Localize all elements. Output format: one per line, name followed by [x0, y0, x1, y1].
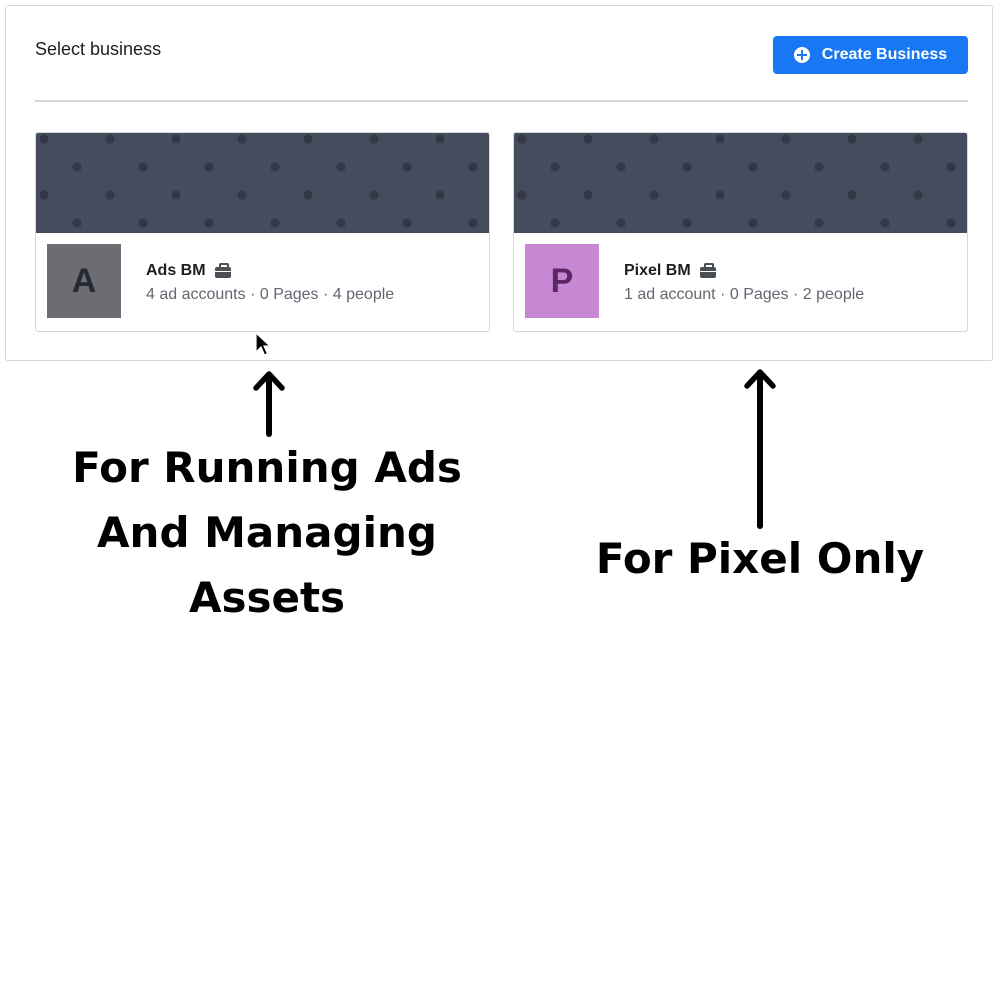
create-business-button[interactable]: Create Business: [773, 36, 968, 74]
annotation-running-ads: For Running Ads And Managing Assets: [57, 435, 477, 630]
business-stats: 1 ad account · 0 Pages · 2 people: [624, 286, 865, 303]
arrow-up-icon: [744, 369, 776, 529]
annotation-pixel-only: For Pixel Only: [595, 534, 925, 583]
annotation-line: And Managing: [97, 508, 437, 557]
arrow-up-icon: [253, 371, 285, 437]
business-name: Ads BM: [146, 262, 206, 279]
business-card-pixel-bm[interactable]: P Pixel BM 1 ad account · 0 Pages · 2 pe…: [513, 132, 968, 332]
business-stats: 4 ad accounts · 0 Pages · 4 people: [146, 286, 395, 303]
briefcase-icon: [699, 262, 716, 278]
business-avatar: P: [525, 244, 599, 318]
business-avatar: A: [47, 244, 121, 318]
plus-circle-icon: [793, 47, 810, 63]
business-name-row: Pixel BM: [624, 262, 716, 280]
annotation-line: For Running Ads: [72, 443, 462, 492]
create-business-label: Create Business: [821, 46, 948, 63]
annotation-line: Assets: [188, 573, 346, 622]
business-card-banner: [36, 133, 489, 233]
briefcase-icon: [214, 262, 231, 278]
mouse-cursor-icon: [255, 332, 272, 356]
business-name: Pixel BM: [624, 262, 691, 279]
select-business-panel: Select business Create Business A Ads BM…: [5, 5, 993, 361]
divider: [35, 100, 968, 102]
business-name-row: Ads BM: [146, 262, 231, 280]
business-card-banner: [514, 133, 967, 233]
business-card-ads-bm[interactable]: A Ads BM 4 ad accounts · 0 Pages · 4 peo…: [35, 132, 490, 332]
panel-title: Select business: [35, 39, 162, 59]
